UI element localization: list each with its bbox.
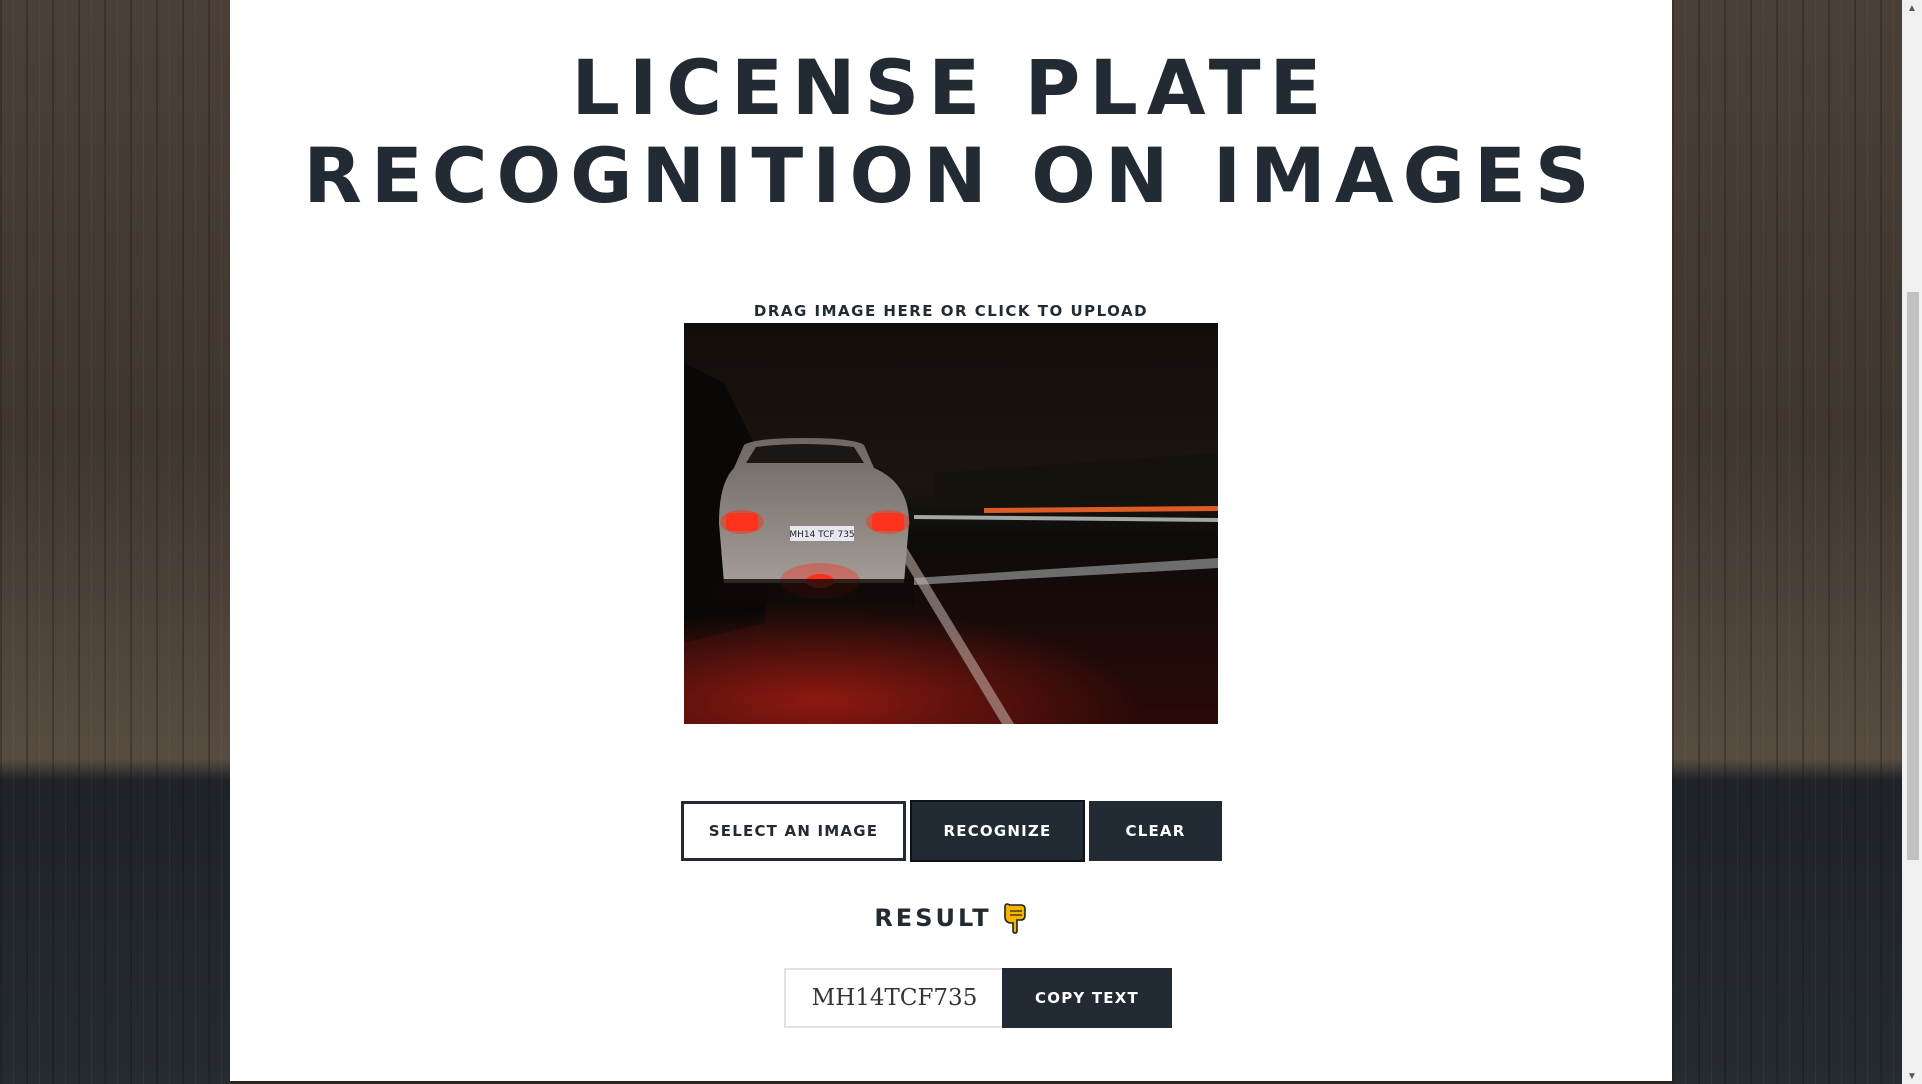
scroll-up-arrow-icon[interactable]: ▲ [1902, 0, 1922, 16]
background-wood-left [0, 0, 230, 1084]
result-heading: RESULT [230, 902, 1672, 934]
page-title-line2: RECOGNITION ON IMAGES [303, 131, 1599, 220]
result-heading-label: RESULT [874, 904, 992, 932]
page-title-line1: LICENSE PLATE [571, 43, 1331, 132]
image-dropzone[interactable]: MH14 TCF 735 [684, 323, 1218, 724]
result-text-field[interactable] [784, 968, 1003, 1028]
pointing-down-hand-icon [1002, 902, 1028, 934]
recognize-button[interactable]: RECOGNIZE [910, 800, 1085, 862]
scroll-down-arrow-icon[interactable]: ▼ [1902, 1068, 1922, 1084]
main-panel: LICENSE PLATE RECOGNITION ON IMAGES DRAG… [230, 0, 1672, 1081]
select-image-button[interactable]: SELECT AN IMAGE [681, 801, 906, 861]
page-title: LICENSE PLATE RECOGNITION ON IMAGES [230, 44, 1672, 220]
copy-text-button[interactable]: COPY TEXT [1002, 968, 1172, 1028]
background-wood-right [1672, 0, 1902, 1084]
scrollbar-thumb[interactable] [1907, 292, 1919, 860]
uploaded-car-image: MH14 TCF 735 [684, 323, 1218, 724]
image-plate-text: MH14 TCF 735 [789, 530, 854, 540]
vertical-scrollbar[interactable]: ▲ ▼ [1902, 0, 1922, 1084]
clear-button[interactable]: CLEAR [1089, 801, 1222, 861]
upload-instruction: DRAG IMAGE HERE OR CLICK TO UPLOAD [753, 302, 1149, 320]
